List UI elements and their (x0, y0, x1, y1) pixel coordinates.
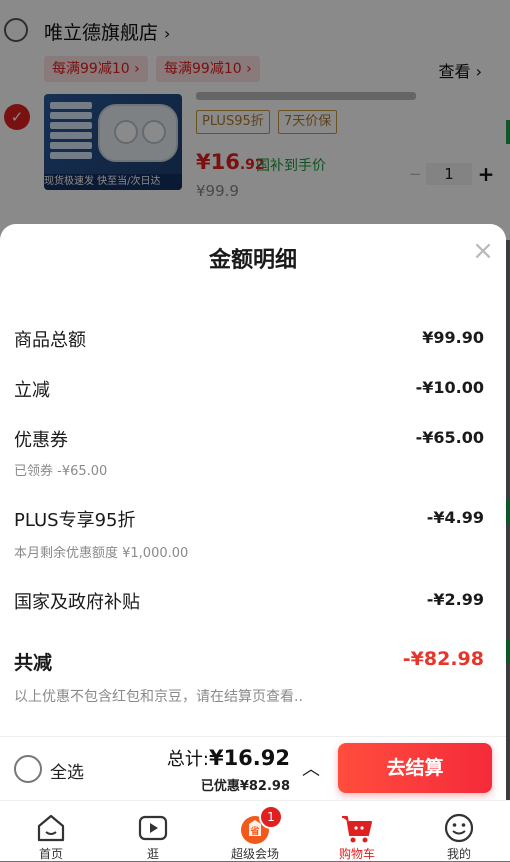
row-value-subsidy: -¥2.99 (426, 590, 484, 609)
row-label-instant-discount: 立减 (14, 380, 50, 401)
row-value-coupon: -¥65.00 (415, 428, 484, 447)
tab-home[interactable]: 首页 (0, 801, 102, 861)
tab-label: 我的 (446, 847, 471, 861)
amount-detail-sheet: 金额明细 × 商品总额 ¥99.90 立减 -¥10.00 优惠券 -¥65.0… (0, 224, 506, 736)
row-sub-plus: 本月剩余优惠额度 ¥1,000.00 (14, 546, 189, 561)
discount-summary: 已优惠¥82.98 (200, 779, 290, 794)
discount-note: 以上优惠不包含红包和京豆，请在结算页查看.. (14, 689, 303, 705)
tab-label: 购物车 (338, 847, 375, 861)
tab-label: 逛 (146, 847, 159, 861)
total-discount-value: -¥82.98 (402, 648, 484, 670)
select-all-radio[interactable] (14, 755, 42, 783)
row-label-goods-total: 商品总额 (14, 330, 86, 351)
tab-cart[interactable]: 购物车 (306, 801, 408, 861)
select-all-label[interactable]: 全选 (50, 758, 84, 783)
play-icon (137, 813, 169, 847)
sheet-title: 金额明细 (208, 248, 297, 273)
close-icon[interactable]: × (470, 238, 496, 264)
tab-label: 超级会场 (230, 847, 279, 861)
row-label-coupon: 优惠券 (14, 430, 68, 451)
row-label-plus: PLUS专享95折 (14, 510, 136, 531)
row-value-instant-discount: -¥10.00 (415, 378, 484, 397)
row-value-goods-total: ¥99.90 (422, 328, 484, 347)
checkout-bar: 全选 总计:¥16.92 已优惠¥82.98 ︿ 去结算 (0, 736, 506, 801)
tab-label: 首页 (38, 847, 63, 861)
smile-icon (443, 813, 475, 847)
svg-text:省: 省 (249, 825, 259, 837)
chevron-up-icon[interactable]: ︿ (302, 755, 320, 781)
tab-mine[interactable]: 我的 (408, 801, 510, 861)
total-discount-label: 共减 (14, 652, 53, 674)
tab-browse[interactable]: 逛 (102, 801, 204, 861)
total-prefix: 总计: (166, 749, 209, 770)
row-value-plus: -¥4.99 (426, 508, 484, 527)
bottom-tab-bar: 首页 逛 省 1 超级会场 购物车 我的 (0, 800, 510, 861)
total-amount: ¥16.92 (208, 746, 290, 770)
tab-super-venue[interactable]: 省 1 超级会场 (204, 801, 306, 861)
row-label-subsidy: 国家及政府补贴 (14, 592, 140, 613)
total-line: 总计:¥16.92 (167, 745, 290, 771)
checkout-button[interactable]: 去结算 (338, 743, 492, 793)
row-sub-coupon: 已领券 -¥65.00 (14, 464, 108, 479)
cart-icon (340, 813, 374, 847)
notification-badge: 1 (259, 805, 283, 829)
home-icon (35, 813, 67, 847)
